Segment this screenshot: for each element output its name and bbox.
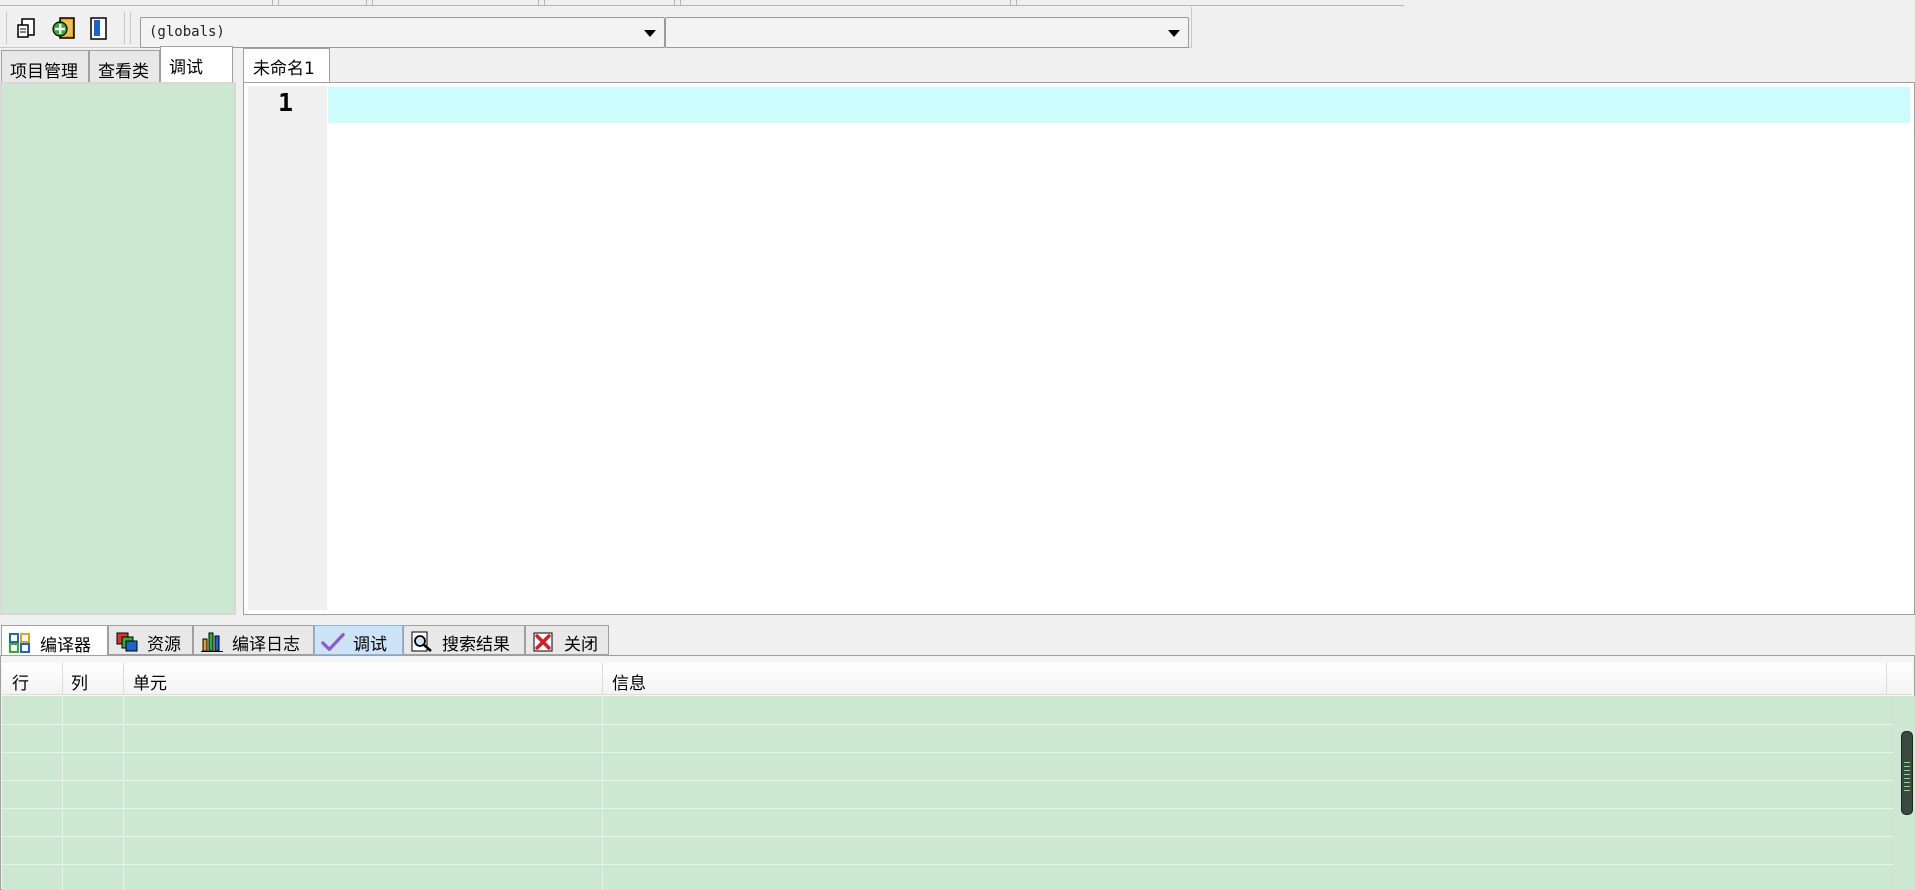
scope-combo[interactable]: (globals) [140,17,665,48]
line-number-gutter [248,86,327,610]
tab-compile-log[interactable]: 编译日志 [193,625,314,655]
tab-label: 调试 [353,634,387,655]
tab-label: 搜索结果 [442,634,510,655]
close-x-icon [532,631,556,653]
tab-label: 查看类 [98,62,149,82]
tab-project-manager[interactable]: 项目管理 [1,50,89,83]
member-combo[interactable] [665,17,1189,48]
tab-label: 编译器 [40,635,91,656]
tab-editor-untitled[interactable]: 未命名1 [243,48,330,83]
resources-icon [115,631,139,653]
column-header-col[interactable]: 列 [71,669,88,694]
compiler-grid-icon [8,632,32,654]
scope-combo-value: (globals) [149,24,225,40]
message-table-body[interactable] [2,696,1910,890]
tab-class-browser[interactable]: 查看类 [89,50,160,83]
line-number: 1 [277,88,293,117]
tab-compiler[interactable]: 编译器 [1,625,108,656]
top-tab-strip [0,0,1404,6]
tab-debug-left[interactable]: 调试 [160,46,233,83]
new-file-icon[interactable] [14,16,40,42]
tab-label: 资源 [147,634,181,655]
chevron-down-icon[interactable] [1168,30,1180,37]
tab-resources[interactable]: 资源 [108,625,193,655]
column-header-message[interactable]: 信息 [612,669,646,694]
column-header-unit[interactable]: 单元 [133,669,167,694]
tab-label: 未命名1 [253,59,315,79]
current-line-highlight[interactable] [328,87,1910,123]
code-editor[interactable] [243,82,1915,615]
tab-label: 项目管理 [10,62,78,82]
column-header-line[interactable]: 行 [12,669,29,694]
compile-log-chart-icon [200,631,224,653]
tab-label: 编译日志 [232,634,300,655]
left-panel-content[interactable] [0,82,236,615]
toolbar-grip [6,12,7,44]
add-to-project-icon[interactable] [51,16,77,42]
table-header [2,663,1912,695]
tab-close[interactable]: 关闭 [525,625,609,655]
toolbar: (globals) [0,7,1192,48]
debug-check-icon [321,631,345,653]
scrollbar-thumb[interactable] [1901,731,1913,815]
chevron-down-icon[interactable] [644,30,656,37]
tab-label: 调试 [169,58,203,78]
bookmark-icon[interactable] [86,16,112,42]
tab-debug-bottom[interactable]: 调试 [314,625,403,655]
search-magnifier-icon [410,631,434,653]
tab-label: 关闭 [564,634,598,655]
tab-search-results[interactable]: 搜索结果 [403,625,525,655]
